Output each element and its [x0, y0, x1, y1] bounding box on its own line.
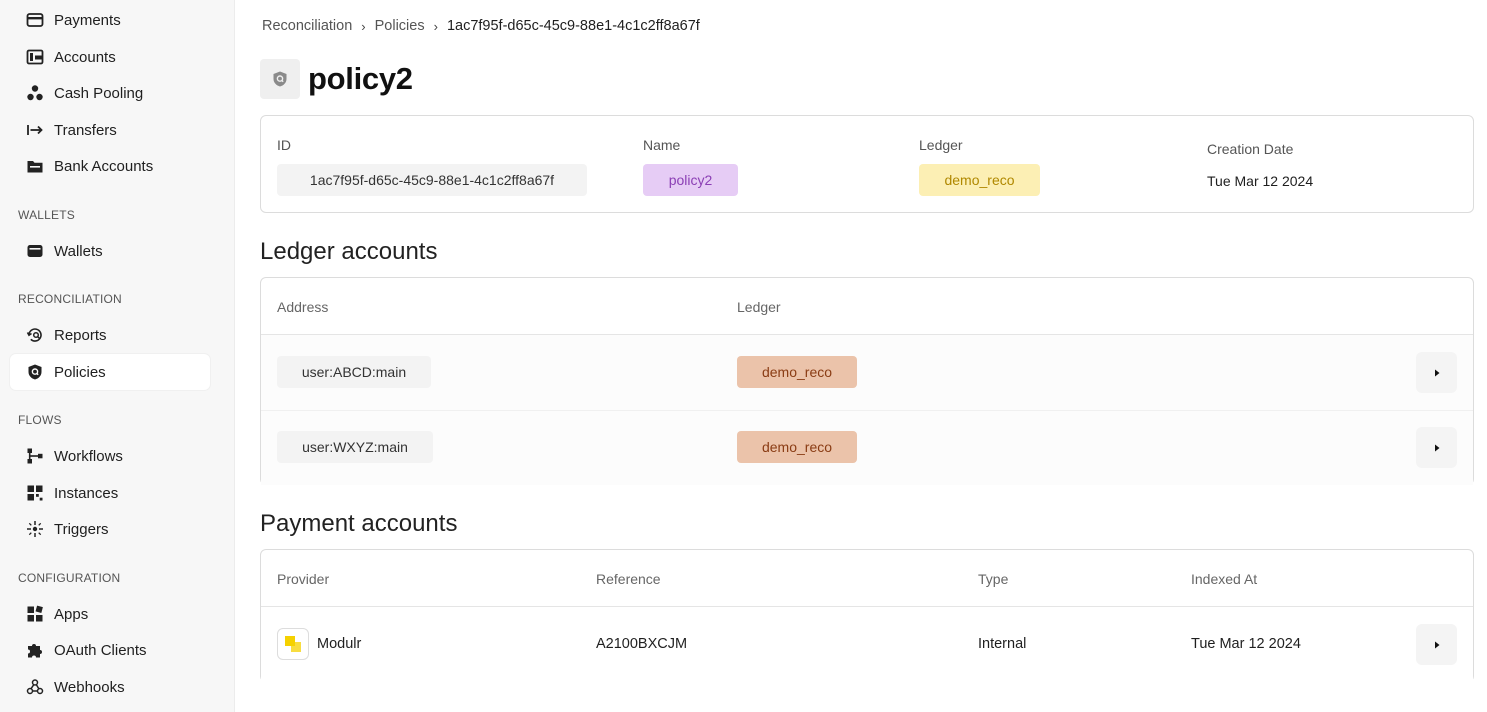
ledger-chip[interactable]: demo_reco: [737, 431, 857, 463]
main-content: Reconciliation › Policies › 1ac7f95f-d65…: [235, 0, 1487, 712]
caret-right-icon: [1434, 641, 1439, 648]
policy-details-card: ID 1ac7f95f-d65c-45c9-88e1-4c1c2ff8a67f …: [260, 115, 1474, 213]
ledger-label: Ledger: [919, 137, 963, 153]
breadcrumb-current: 1ac7f95f-d65c-45c9-88e1-4c1c2ff8a67f: [446, 18, 700, 34]
sidebar-item-payments[interactable]: Payments: [10, 2, 210, 38]
column-header-ledger: Ledger: [737, 299, 781, 315]
table-row[interactable]: Modulr A2100BXCJM Internal Tue Mar 12 20…: [261, 607, 1473, 682]
breadcrumb-policies[interactable]: Policies: [375, 18, 425, 34]
section-label-wallets: WALLETS: [18, 208, 75, 222]
table-row[interactable]: user:WXYZ:main demo_reco: [261, 411, 1473, 485]
sidebar-item-label: Workflows: [54, 447, 123, 465]
chevron-right-icon: ›: [433, 18, 438, 34]
apps-icon: [26, 605, 44, 623]
id-label: ID: [277, 137, 291, 153]
type-value: Internal: [978, 636, 1027, 652]
sidebar-item-label: Bank Accounts: [54, 157, 154, 175]
webhook-icon: [26, 678, 44, 696]
column-header-reference: Reference: [596, 571, 661, 587]
indexed-at-value: Tue Mar 12 2024: [1191, 636, 1301, 652]
sidebar-item-label: Reports: [54, 326, 107, 344]
sidebar-item-reports[interactable]: Reports: [10, 317, 210, 353]
sidebar-item-label: Accounts: [54, 48, 116, 66]
chevron-right-icon: ›: [361, 18, 366, 34]
column-header-type: Type: [978, 571, 1009, 587]
sidebar-item-apps[interactable]: Apps: [10, 596, 210, 632]
ledger-chip[interactable]: demo_reco: [919, 164, 1040, 196]
workflow-icon: [26, 447, 44, 465]
sidebar: Payments Accounts Cash Pooling Transfers…: [0, 0, 235, 712]
name-label: Name: [643, 137, 681, 153]
address-chip: user:WXYZ:main: [277, 431, 433, 463]
page-title: policy2: [308, 61, 413, 96]
row-open-button[interactable]: [1416, 427, 1457, 468]
column-header-provider: Provider: [277, 571, 330, 587]
creation-date-label: Creation Date: [1207, 141, 1294, 157]
sidebar-item-label: Policies: [54, 363, 106, 381]
sidebar-item-label: Cash Pooling: [54, 84, 144, 102]
row-open-button[interactable]: [1416, 624, 1457, 665]
creation-date-value: Tue Mar 12 2024: [1207, 173, 1314, 189]
credit-card-icon: [26, 11, 44, 29]
spark-icon: [26, 520, 44, 538]
id-chip: 1ac7f95f-d65c-45c9-88e1-4c1c2ff8a67f: [277, 164, 587, 196]
shield-icon: [260, 59, 300, 99]
column-header-address: Address: [277, 299, 329, 315]
puzzle-icon: [26, 641, 44, 659]
payment-accounts-table: Provider Reference Type Indexed At Modul…: [260, 549, 1474, 682]
sidebar-item-label: Triggers: [54, 520, 109, 538]
sidebar-item-workflows[interactable]: Workflows: [10, 438, 210, 474]
shield-icon: [26, 363, 44, 381]
name-chip: policy2: [643, 164, 738, 196]
ledger-chip[interactable]: demo_reco: [737, 356, 857, 388]
payment-accounts-title: Payment accounts: [260, 510, 458, 537]
wallet-icon: [26, 242, 44, 260]
sidebar-item-accounts[interactable]: Accounts: [10, 39, 210, 75]
sidebar-item-cash-pooling[interactable]: Cash Pooling: [10, 75, 210, 111]
sidebar-item-label: Webhooks: [54, 678, 125, 696]
caret-right-icon: [1434, 444, 1439, 451]
folder-icon: [26, 157, 44, 175]
sidebar-item-label: OAuth Clients: [54, 641, 147, 659]
table-row[interactable]: user:ABCD:main demo_reco: [261, 335, 1473, 410]
section-label-reconciliation: RECONCILIATION: [18, 292, 122, 306]
sidebar-item-policies[interactable]: Policies: [10, 354, 210, 390]
sidebar-item-label: Apps: [54, 605, 89, 623]
sidebar-item-instances[interactable]: Instances: [10, 475, 210, 511]
provider-name: Modulr: [317, 636, 362, 652]
breadcrumb-reconciliation[interactable]: Reconciliation: [262, 18, 352, 34]
sidebar-item-label: Transfers: [54, 121, 117, 139]
sidebar-item-oauth-clients[interactable]: OAuth Clients: [10, 632, 210, 668]
arrow-right-bar-icon: [26, 121, 44, 139]
sidebar-item-transfers[interactable]: Transfers: [10, 112, 210, 148]
section-label-configuration: CONFIGURATION: [18, 571, 121, 585]
column-header-indexed-at: Indexed At: [1191, 571, 1258, 587]
modulr-logo-icon: [277, 628, 309, 660]
reference-value: A2100BXCJM: [596, 636, 688, 652]
row-open-button[interactable]: [1416, 352, 1457, 393]
grid-icon: [26, 484, 44, 502]
ledger-accounts-title: Ledger accounts: [260, 238, 438, 265]
history-search-icon: [26, 326, 44, 344]
sidebar-item-label: Wallets: [54, 242, 103, 260]
sidebar-item-webhooks[interactable]: Webhooks: [10, 669, 210, 705]
sidebar-item-bank-accounts[interactable]: Bank Accounts: [10, 148, 210, 184]
sidebar-item-wallets[interactable]: Wallets: [10, 233, 210, 269]
sidebar-item-label: Instances: [54, 484, 119, 502]
caret-right-icon: [1434, 369, 1439, 376]
page-header: policy2: [260, 59, 413, 99]
sidebar-item-label: Payments: [54, 11, 121, 29]
sidebar-item-triggers[interactable]: Triggers: [10, 511, 210, 547]
section-label-flows: FLOWS: [18, 413, 62, 427]
ledger-accounts-table: Address Ledger user:ABCD:main demo_reco …: [260, 277, 1474, 485]
circles-icon: [26, 84, 44, 102]
breadcrumb: Reconciliation › Policies › 1ac7f95f-d65…: [262, 18, 700, 34]
address-chip: user:ABCD:main: [277, 356, 431, 388]
wallet-card-icon: [26, 48, 44, 66]
